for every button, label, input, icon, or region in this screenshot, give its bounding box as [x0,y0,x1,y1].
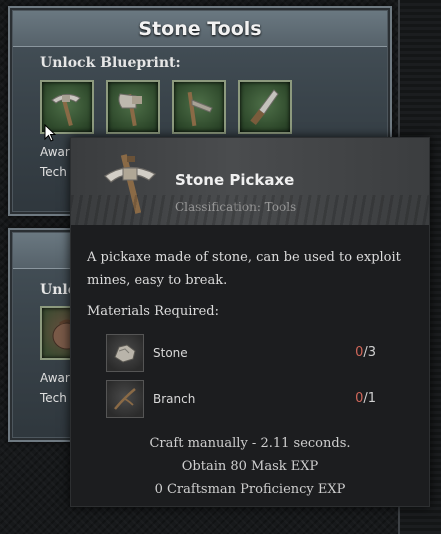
hoe-icon [187,91,213,127]
materials-required-label: Materials Required: [87,304,220,319]
tech-label: Tech [40,165,67,179]
pickaxe-icon [51,94,81,127]
material-count: 0/1 [355,391,376,406]
item-name: Stone Pickaxe [175,171,295,189]
item-description: A pickaxe made of stone, can be used to … [87,250,401,288]
panel-title: Stone Tools [138,18,262,40]
tech-label: Tech [40,391,67,405]
mouse-cursor-icon [44,124,56,142]
blueprint-slot-axe[interactable] [106,80,160,134]
tooltip-header: Stone Pickaxe Classification: Tools [71,138,429,225]
item-classification: Classification: Tools [175,200,297,214]
material-row-branch: Branch 0/1 [106,380,386,420]
award-label: Awar [40,371,70,385]
material-icon-frame [106,334,144,372]
material-need: /3 [363,345,376,360]
branch-icon [114,388,136,410]
stone-icon [114,344,136,363]
material-name: Branch [153,392,196,406]
craft-time-text: Craft manually - 2.11 seconds. [149,436,351,451]
knife-icon [250,89,279,125]
material-icon-frame [106,380,144,418]
mask-exp-text: Obtain 80 Mask EXP [181,459,319,474]
material-need: /1 [363,391,376,406]
tooltip-footer: Craft manually - 2.11 seconds. Obtain 80… [71,432,429,501]
material-row-stone: Stone 0/3 [106,334,386,374]
blueprint-slot-hoe[interactable] [172,80,226,134]
unlock-blueprint-label: Unlock Blueprint: [40,55,181,71]
craftsman-exp-text: 0 Craftsman Proficiency EXP [154,482,346,497]
panel-header: Stone Tools [13,11,387,47]
material-count: 0/3 [355,345,376,360]
material-name: Stone [153,346,188,360]
blueprint-slot-knife[interactable] [238,80,292,134]
axe-icon [118,93,142,127]
stone-pickaxe-icon [104,154,156,214]
award-label: Awar [40,145,70,159]
item-tooltip: Stone Pickaxe Classification: Tools A pi… [70,137,430,507]
